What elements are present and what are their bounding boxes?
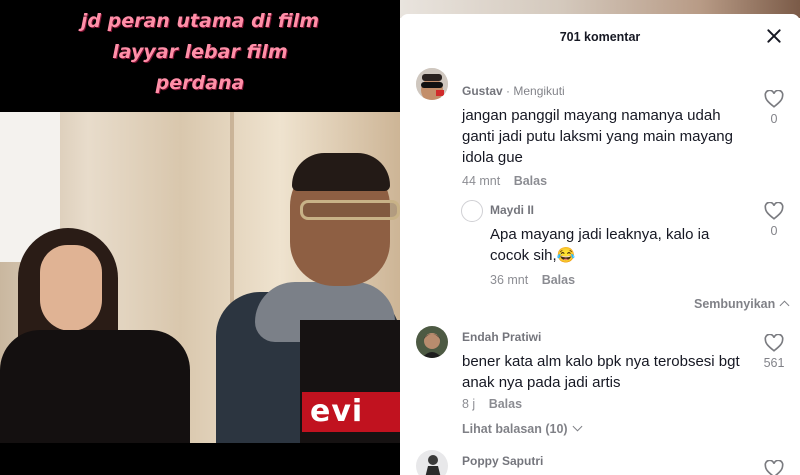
following-badge: · Mengikuti <box>506 84 565 98</box>
comment-text-line: jangan panggil mayang namanya udah <box>462 107 721 124</box>
comments-panel: 701 komentar Gustav · Mengikuti jangan p… <box>400 0 800 475</box>
video-player[interactable]: jd peran utama di film layyar lebar film… <box>0 0 400 475</box>
reply-button[interactable]: Balas <box>489 397 522 411</box>
like-button[interactable]: 0 <box>759 90 789 126</box>
like-button[interactable]: 0 <box>759 202 789 238</box>
comment-author[interactable]: Gustav <box>462 84 503 98</box>
reply-button[interactable]: Balas <box>514 174 547 188</box>
comment-author[interactable]: Maydi II <box>490 203 534 217</box>
hide-replies-label: Sembunyikan <box>694 297 776 311</box>
person-woman-body <box>0 330 190 443</box>
comments-count-title: 701 komentar <box>559 30 641 44</box>
comment-meta: 36 mnt Balas <box>490 273 575 287</box>
avatar[interactable] <box>461 200 483 222</box>
caption-line: perdana <box>155 72 245 94</box>
heart-icon <box>764 334 784 352</box>
avatar-image <box>416 326 448 358</box>
like-button[interactable] <box>759 460 789 475</box>
person-man-hair <box>292 153 390 191</box>
comment-time: 44 mnt <box>462 174 501 188</box>
shirt-logo: evi <box>302 392 400 432</box>
comments-sheet: 701 komentar Gustav · Mengikuti jangan p… <box>400 14 800 475</box>
like-count: 0 <box>770 112 778 126</box>
comment-author-row: Gustav · Mengikuti <box>462 84 565 98</box>
video-caption: jd peran utama di film layyar lebar film… <box>20 6 380 99</box>
like-count: 561 <box>763 356 785 370</box>
comment-author-row: Maydi II <box>490 203 534 217</box>
avatar[interactable] <box>416 68 448 100</box>
comment-text: Apa mayang jadi leaknya, kalo ia cocok s… <box>490 224 750 266</box>
avatar[interactable] <box>416 326 448 358</box>
avatar-image <box>416 68 448 100</box>
like-button[interactable]: 561 <box>759 334 789 370</box>
comment-text-line: cocok sih,😂 <box>490 247 576 264</box>
comment-text-line: bener kata alm kalo bpk nya terobsesi bg… <box>462 353 740 370</box>
caption-line: jd peran utama di film <box>80 10 320 32</box>
comment-author[interactable]: Endah Pratiwi <box>462 330 541 344</box>
view-replies-button[interactable]: Lihat balasan (10) <box>462 421 583 436</box>
like-count: 0 <box>770 224 778 238</box>
person-man-glasses <box>300 200 400 220</box>
person-woman-face <box>40 245 102 331</box>
chevron-down-icon <box>572 421 583 432</box>
chevron-up-icon <box>779 300 790 311</box>
comment-text-line: anak nya pada jadi artis <box>462 374 621 391</box>
close-icon[interactable] <box>764 26 784 46</box>
avatar-image <box>416 450 448 475</box>
heart-icon <box>764 202 784 220</box>
comment-time: 8 j <box>462 397 476 411</box>
comment-meta: 8 j Balas <box>462 397 522 411</box>
comment-text: jangan panggil mayang namanya udah ganti… <box>462 105 752 168</box>
avatar[interactable] <box>416 450 448 475</box>
comment-text-line: ganti jadi putu laksmi yang main mayang <box>462 128 733 145</box>
comment-time: 36 mnt <box>490 273 529 287</box>
video-bottom-bar <box>0 443 400 475</box>
comment-author-row: Endah Pratiwi <box>462 330 541 344</box>
comment-author[interactable]: Poppy Saputri <box>462 454 543 468</box>
heart-icon <box>764 90 784 108</box>
caption-line: layyar lebar film <box>112 41 288 63</box>
reply-button[interactable]: Balas <box>542 273 575 287</box>
comment-meta: 44 mnt Balas <box>462 174 547 188</box>
hide-replies-button[interactable]: Sembunyikan <box>694 297 790 311</box>
comment-text-line: idola gue <box>462 149 523 166</box>
comment-text-line: Apa mayang jadi leaknya, kalo ia <box>490 226 710 243</box>
view-replies-label: Lihat balasan (10) <box>462 422 568 436</box>
comment-text: bener kata alm kalo bpk nya terobsesi bg… <box>462 351 758 393</box>
comment-author-row: Poppy Saputri <box>462 454 543 468</box>
heart-icon <box>764 460 784 475</box>
